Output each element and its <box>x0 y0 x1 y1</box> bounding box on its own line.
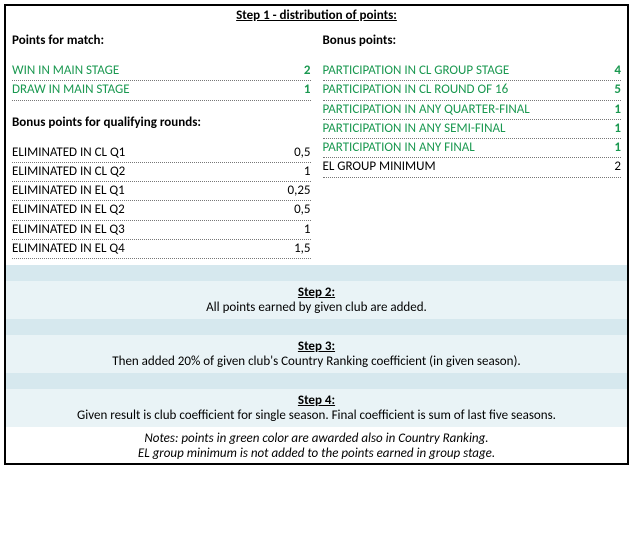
row-value: 0,5 <box>281 202 311 218</box>
row-value: 1 <box>281 82 311 98</box>
notes-section: Notes: points in green color are awarded… <box>6 427 627 463</box>
table-row: PARTICIPATION IN CL GROUP STAGE 4 <box>323 62 622 81</box>
step4-head: Step 4: <box>12 393 621 408</box>
row-value: 5 <box>591 82 621 98</box>
row-value: 1 <box>281 164 311 180</box>
table-row: ELIMINATED IN CL Q2 1 <box>12 163 311 182</box>
row-value: 1 <box>591 140 621 156</box>
row-value: 1 <box>281 222 311 238</box>
step1-columns: Points for match: WIN IN MAIN STAGE 2 DR… <box>12 33 621 259</box>
table-row: WIN IN MAIN STAGE 2 <box>12 62 311 81</box>
row-label: EL GROUP MINIMUM <box>323 159 592 175</box>
bonus-qualifying-header: Bonus points for qualifying rounds: <box>12 115 311 130</box>
step3-section: Step 3: Then added 20% of given club's C… <box>6 335 627 373</box>
table-row: ELIMINATED IN CL Q1 0,5 <box>12 144 311 163</box>
divider-stripe <box>6 373 627 389</box>
row-value: 2 <box>281 63 311 79</box>
row-label: WIN IN MAIN STAGE <box>12 63 281 79</box>
notes-line1: Notes: points in green color are awarded… <box>12 431 621 446</box>
table-row: ELIMINATED IN EL Q3 1 <box>12 221 311 240</box>
row-value: 1,5 <box>281 241 311 257</box>
table-row: ELIMINATED IN EL Q2 0,5 <box>12 201 311 220</box>
step3-head: Step 3: <box>12 339 621 354</box>
divider-stripe <box>6 319 627 335</box>
row-value: 1 <box>591 102 621 118</box>
row-label: ELIMINATED IN EL Q3 <box>12 222 281 238</box>
step1-section: Step 1 - distribution of points: Points … <box>6 6 627 265</box>
row-value: 2 <box>591 159 621 175</box>
row-label: ELIMINATED IN EL Q1 <box>12 183 281 199</box>
table-row: PARTICIPATION IN ANY FINAL 1 <box>323 139 622 158</box>
row-label: PARTICIPATION IN ANY FINAL <box>323 140 592 156</box>
row-label: ELIMINATED IN CL Q1 <box>12 145 281 161</box>
step1-right-col: Bonus points: PARTICIPATION IN CL GROUP … <box>317 33 622 259</box>
row-label: ELIMINATED IN EL Q2 <box>12 202 281 218</box>
step2-body: All points earned by given club are adde… <box>12 300 621 315</box>
divider-stripe <box>6 265 627 281</box>
step4-section: Step 4: Given result is club coefficient… <box>6 389 627 427</box>
rules-panel: Step 1 - distribution of points: Points … <box>4 4 629 465</box>
row-label: ELIMINATED IN EL Q4 <box>12 241 281 257</box>
notes-line2: EL group minimum is not added to the poi… <box>12 446 621 461</box>
table-row: PARTICIPATION IN ANY QUARTER-FINAL 1 <box>323 101 622 120</box>
table-row: ELIMINATED IN EL Q4 1,5 <box>12 240 311 259</box>
bonus-points-header: Bonus points: <box>323 33 622 48</box>
row-label: PARTICIPATION IN CL GROUP STAGE <box>323 63 592 79</box>
row-value: 0,5 <box>281 145 311 161</box>
step2-head: Step 2: <box>12 285 621 300</box>
step1-title: Step 1 - distribution of points: <box>12 8 621 23</box>
row-label: DRAW IN MAIN STAGE <box>12 82 281 98</box>
row-label: ELIMINATED IN CL Q2 <box>12 164 281 180</box>
table-row: PARTICIPATION IN ANY SEMI-FINAL 1 <box>323 120 622 139</box>
table-row: ELIMINATED IN EL Q1 0,25 <box>12 182 311 201</box>
step1-left-col: Points for match: WIN IN MAIN STAGE 2 DR… <box>12 33 317 259</box>
points-for-match-header: Points for match: <box>12 33 311 48</box>
row-label: PARTICIPATION IN ANY SEMI-FINAL <box>323 121 592 137</box>
step4-body: Given result is club coefficient for sin… <box>12 408 621 423</box>
table-row: DRAW IN MAIN STAGE 1 <box>12 81 311 100</box>
row-value: 4 <box>591 63 621 79</box>
table-row: EL GROUP MINIMUM 2 <box>323 158 622 177</box>
row-label: PARTICIPATION IN CL ROUND OF 16 <box>323 82 592 98</box>
table-row: PARTICIPATION IN CL ROUND OF 16 5 <box>323 81 622 100</box>
row-label: PARTICIPATION IN ANY QUARTER-FINAL <box>323 102 592 118</box>
row-value: 0,25 <box>281 183 311 199</box>
step3-body: Then added 20% of given club's Country R… <box>12 354 621 369</box>
step2-section: Step 2: All points earned by given club … <box>6 281 627 319</box>
row-value: 1 <box>591 121 621 137</box>
